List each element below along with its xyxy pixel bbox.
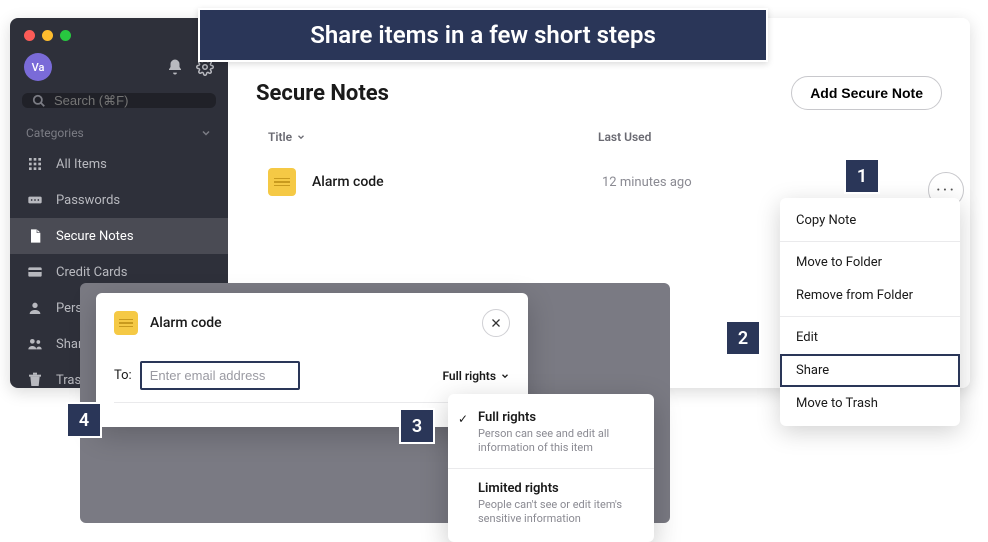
search-icon xyxy=(32,94,46,108)
window-controls xyxy=(10,18,228,49)
divider xyxy=(780,316,960,317)
maximize-window-dot[interactable] xyxy=(60,30,71,41)
search-input-container[interactable] xyxy=(22,93,216,108)
categories-header[interactable]: Categories xyxy=(10,120,228,146)
people-icon xyxy=(26,335,44,353)
trash-icon xyxy=(26,371,44,388)
sidebar-item-label: Secure Notes xyxy=(56,229,134,244)
search-input[interactable] xyxy=(54,93,230,108)
rights-selected-label: Full rights xyxy=(442,369,496,383)
close-button[interactable] xyxy=(482,309,510,337)
context-copy-note[interactable]: Copy Note xyxy=(780,204,960,237)
rights-option-title: Full rights xyxy=(478,410,640,425)
dialog-title: Alarm code xyxy=(150,315,222,331)
note-icon xyxy=(26,227,44,245)
column-title[interactable]: Title xyxy=(268,130,598,144)
to-label: To: xyxy=(114,368,132,383)
sidebar-item-label: Credit Cards xyxy=(56,265,127,280)
minimize-window-dot[interactable] xyxy=(42,30,53,41)
rights-dropdown: ✓ Full rights Person can see and edit al… xyxy=(448,394,654,542)
context-move-folder[interactable]: Move to Folder xyxy=(780,246,960,279)
close-window-dot[interactable] xyxy=(24,30,35,41)
context-share[interactable]: Share xyxy=(780,354,960,387)
rights-option-full[interactable]: ✓ Full rights Person can see and edit al… xyxy=(448,400,654,466)
sidebar-item-all-items[interactable]: All Items xyxy=(10,146,228,182)
table-header: Title Last Used xyxy=(256,110,942,154)
rights-option-title: Limited rights xyxy=(478,481,640,496)
chevron-down-icon xyxy=(296,132,306,142)
chevron-down-icon xyxy=(200,127,212,139)
rights-option-limited[interactable]: Limited rights People can't see or edit … xyxy=(448,471,654,537)
add-secure-note-button[interactable]: Add Secure Note xyxy=(791,76,942,110)
context-menu: Copy Note Move to Folder Remove from Fol… xyxy=(780,198,960,426)
password-icon xyxy=(26,191,44,209)
divider xyxy=(448,468,654,469)
divider xyxy=(780,241,960,242)
avatar[interactable]: Va xyxy=(24,53,52,81)
sidebar-item-passwords[interactable]: Passwords xyxy=(10,182,228,218)
close-icon xyxy=(490,317,502,329)
bell-icon[interactable] xyxy=(166,58,184,76)
sidebar-item-label: Passwords xyxy=(56,193,120,208)
card-icon xyxy=(26,263,44,281)
categories-label: Categories xyxy=(26,126,84,140)
step-badge-4: 4 xyxy=(66,402,102,438)
grid-icon xyxy=(26,155,44,173)
chevron-down-icon xyxy=(500,371,510,381)
note-item-icon xyxy=(114,311,138,335)
check-icon: ✓ xyxy=(458,412,468,426)
step-badge-1: 1 xyxy=(844,158,880,194)
context-edit[interactable]: Edit xyxy=(780,321,960,354)
note-item-icon xyxy=(268,168,296,196)
person-icon xyxy=(26,299,44,317)
page-title: Secure Notes xyxy=(256,81,389,106)
row-last-used: 12 minutes ago xyxy=(602,175,692,190)
row-title: Alarm code xyxy=(312,174,602,190)
rights-selector[interactable]: Full rights xyxy=(442,369,510,383)
context-remove-folder[interactable]: Remove from Folder xyxy=(780,279,960,312)
rights-option-desc: Person can see and edit all information … xyxy=(478,427,640,456)
step-badge-3: 3 xyxy=(399,408,435,444)
email-field[interactable] xyxy=(140,361,300,390)
rights-option-desc: People can't see or edit item's sensitiv… xyxy=(478,498,640,527)
step-badge-2: 2 xyxy=(725,320,761,356)
sidebar-top-row: Va xyxy=(10,49,228,91)
instruction-banner: Share items in a few short steps xyxy=(198,8,768,62)
column-last-used[interactable]: Last Used xyxy=(598,130,651,144)
context-move-trash[interactable]: Move to Trash xyxy=(780,387,960,420)
sidebar-item-label: All Items xyxy=(56,157,107,172)
sidebar-item-secure-notes[interactable]: Secure Notes xyxy=(10,218,228,254)
